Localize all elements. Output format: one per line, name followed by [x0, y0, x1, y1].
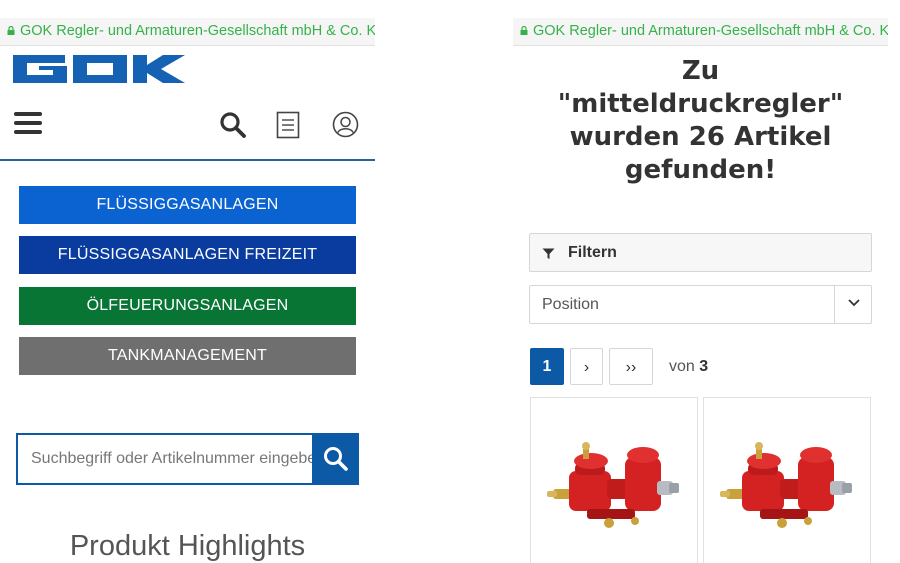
search-button[interactable]	[312, 433, 359, 485]
gok-logo[interactable]	[13, 55, 185, 83]
url-text: GOK Regler- und Armaturen-Gesellschaft m…	[20, 23, 375, 39]
sort-select[interactable]: Position	[529, 285, 872, 324]
category-fluessiggasanlagen[interactable]: FLÜSSIGGASANLAGEN	[19, 186, 356, 224]
page-1-button[interactable]: 1	[530, 348, 564, 385]
pressure-regulator-image	[547, 442, 679, 528]
page-of-label: von	[669, 358, 695, 375]
product-card[interactable]	[703, 397, 871, 563]
filter-button[interactable]: Filtern	[529, 233, 872, 272]
next-page-button[interactable]: ›	[570, 348, 603, 385]
category-oelfeuerungsanlagen[interactable]: ÖLFEUERUNGSANLAGEN	[19, 287, 356, 325]
search-icon[interactable]	[219, 111, 247, 139]
last-page-button[interactable]: ››	[609, 348, 653, 385]
category-fluessiggasanlagen-freizeit[interactable]: FLÜSSIGGASANLAGEN FREIZEIT	[19, 236, 356, 274]
filter-label: Filtern	[568, 244, 617, 261]
filter-icon	[542, 248, 555, 259]
url-bar[interactable]: GOK Regler- und Armaturen-Gesellschaft m…	[513, 18, 888, 46]
search-result-title: Zu "mitteldruckregler" wurden 26 Artikel…	[557, 56, 844, 185]
chevron-down-icon	[848, 299, 860, 307]
pressure-regulator-image	[720, 442, 852, 528]
search-icon	[324, 447, 348, 471]
section-title: Produkt Highlights	[69, 530, 306, 562]
page-total: 3	[699, 358, 709, 375]
header-divider	[0, 159, 375, 161]
url-text: GOK Regler- und Armaturen-Gesellschaft m…	[533, 23, 888, 39]
lock-icon	[7, 26, 15, 35]
search-input[interactable]	[18, 435, 312, 483]
sort-value: Position	[542, 296, 599, 313]
select-divider	[834, 286, 835, 323]
notepad-icon[interactable]	[276, 111, 300, 139]
left-screen: GOK Regler- und Armaturen-Gesellschaft m…	[0, 0, 375, 563]
page-count: von 3	[669, 358, 708, 376]
search-field	[16, 433, 312, 485]
account-icon[interactable]	[332, 111, 359, 138]
category-tankmanagement[interactable]: TANKMANAGEMENT	[19, 337, 356, 375]
lock-icon	[520, 26, 528, 35]
product-card[interactable]	[530, 397, 698, 563]
menu-icon[interactable]	[14, 112, 42, 136]
url-bar[interactable]: GOK Regler- und Armaturen-Gesellschaft m…	[0, 18, 375, 46]
right-screen: GOK Regler- und Armaturen-Gesellschaft m…	[513, 0, 888, 563]
